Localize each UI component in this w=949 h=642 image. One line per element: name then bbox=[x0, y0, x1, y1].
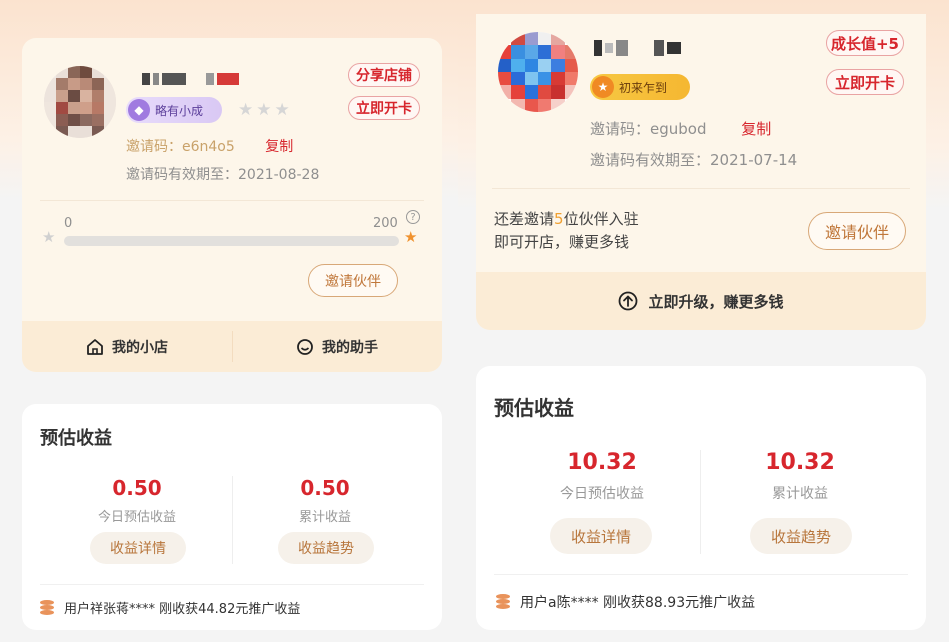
stats-divider bbox=[700, 450, 701, 554]
nav-divider bbox=[232, 331, 233, 362]
total-earnings-label: 累计收益 bbox=[298, 510, 351, 525]
profile-card: ◆ 略有小成 ★★★ 分享店铺 立即开卡 邀请码：e6n4o5 复制 邀请码有效… bbox=[22, 38, 442, 372]
avatar[interactable] bbox=[44, 66, 116, 138]
earnings-trend-button[interactable]: 收益趋势 bbox=[750, 518, 852, 554]
invite-code-label: 邀请码： bbox=[126, 139, 182, 155]
home-icon bbox=[87, 338, 103, 355]
star-end-icon: ★ bbox=[404, 228, 418, 246]
invite-hint-line2: 即可开店，赚更多钱 bbox=[494, 233, 630, 251]
copy-button[interactable]: 复制 bbox=[265, 139, 293, 155]
invite-code-value: e6n4o5 bbox=[182, 139, 235, 155]
level-badge-label: 略有小成 bbox=[155, 103, 204, 118]
total-earnings: 10.32 累计收益 bbox=[740, 450, 860, 503]
today-earnings-label: 今日预估收益 bbox=[97, 510, 176, 525]
invite-expiry-label: 邀请码有效期至： bbox=[590, 151, 711, 169]
invite-code-label: 邀请码： bbox=[590, 120, 651, 138]
invite-expiry-label: 邀请码有效期至： bbox=[126, 167, 238, 183]
invite-partner-button[interactable]: 邀请伙伴 bbox=[308, 264, 398, 297]
earnings-notice-text: 用户a陈**** 刚收获88.93元推广收益 bbox=[520, 595, 756, 611]
star-start-icon: ★ bbox=[42, 228, 56, 246]
total-earnings-value: 0.50 bbox=[300, 476, 350, 500]
level-badge-label: 初来乍到 bbox=[619, 80, 668, 95]
invite-code-value: egubod bbox=[650, 120, 707, 138]
earnings-detail-button[interactable]: 收益详情 bbox=[90, 532, 186, 564]
divider bbox=[40, 200, 424, 201]
invite-partner-button[interactable]: 邀请伙伴 bbox=[808, 212, 906, 250]
today-earnings-value: 10.32 bbox=[567, 450, 637, 475]
invite-expiry: 邀请码有效期至：2021-08-28 bbox=[126, 164, 319, 184]
open-card-button[interactable]: 立即开卡 bbox=[348, 96, 420, 120]
right-screen: ★ 初来乍到 成长值+5 立即开卡 邀请码：egubod 复制 邀请码有效期至：… bbox=[458, 0, 949, 642]
open-card-button[interactable]: 立即开卡 bbox=[826, 69, 904, 95]
profile-card: ★ 初来乍到 成长值+5 立即开卡 邀请码：egubod 复制 邀请码有效期至：… bbox=[476, 14, 926, 330]
progress-max-label: 200 bbox=[373, 216, 398, 231]
upgrade-bar[interactable]: 立即升级，赚更多钱 bbox=[476, 272, 926, 330]
earnings-notice: 用户祥张蒋**** 刚收获44.82元推广收益 bbox=[40, 598, 300, 617]
copy-button[interactable]: 复制 bbox=[741, 120, 771, 138]
level-badge: ★ 初来乍到 bbox=[590, 74, 690, 100]
earnings-card: 预估收益 0.50 今日预估收益 0.50 累计收益 收益详情 收益趋势 用户祥… bbox=[22, 404, 442, 630]
today-earnings: 0.50 今日预估收益 bbox=[82, 476, 192, 525]
earnings-card: 预估收益 10.32 今日预估收益 10.32 累计收益 收益详情 收益趋势 用… bbox=[476, 366, 926, 630]
arrow-up-circle-icon bbox=[619, 291, 638, 311]
invite-code-row: 邀请码：egubod 复制 bbox=[590, 118, 771, 139]
stats-divider bbox=[232, 476, 233, 564]
diamond-icon: ◆ bbox=[128, 99, 150, 121]
total-earnings-label: 累计收益 bbox=[772, 486, 828, 502]
earnings-notice: 用户a陈**** 刚收获88.93元推广收益 bbox=[496, 592, 755, 612]
divider bbox=[492, 188, 910, 189]
invite-hint-post: 位伙伴入驻 bbox=[563, 210, 639, 228]
invite-hint-count: 5 bbox=[554, 210, 564, 228]
chat-bubble-icon bbox=[297, 338, 313, 355]
today-earnings: 10.32 今日预估收益 bbox=[542, 450, 662, 503]
avatar[interactable] bbox=[498, 32, 578, 112]
nav-my-assistant-label: 我的助手 bbox=[322, 339, 378, 356]
growth-value-button[interactable]: 成长值+5 bbox=[826, 30, 904, 56]
total-earnings-value: 10.32 bbox=[765, 450, 835, 475]
nav-my-shop-label: 我的小店 bbox=[112, 339, 168, 356]
divider bbox=[40, 584, 424, 585]
invite-expiry: 邀请码有效期至：2021-07-14 bbox=[590, 149, 797, 170]
earnings-detail-button[interactable]: 收益详情 bbox=[550, 518, 652, 554]
level-badge: ◆ 略有小成 bbox=[126, 97, 222, 123]
total-earnings: 0.50 累计收益 bbox=[270, 476, 380, 525]
upgrade-label: 立即升级，赚更多钱 bbox=[648, 292, 784, 311]
progress-min-label: 0 bbox=[64, 216, 73, 231]
today-earnings-value: 0.50 bbox=[112, 476, 162, 500]
level-stars: ★★★ bbox=[238, 100, 293, 120]
divider bbox=[494, 574, 908, 575]
database-icon bbox=[40, 599, 54, 616]
invite-expiry-date: 2021-08-28 bbox=[238, 167, 320, 183]
invite-code-row: 邀请码：e6n4o5 复制 bbox=[126, 136, 293, 156]
invite-hint: 还差邀请5位伙伴入驻 即可开店，赚更多钱 bbox=[494, 208, 639, 254]
star-medal-icon: ★ bbox=[592, 76, 614, 98]
question-circle-icon[interactable]: ? bbox=[406, 210, 420, 224]
username-redacted bbox=[594, 40, 681, 56]
share-shop-button[interactable]: 分享店铺 bbox=[348, 63, 420, 87]
database-icon bbox=[496, 594, 510, 610]
earnings-title: 预估收益 bbox=[494, 396, 574, 420]
nav-my-shop[interactable]: 我的小店 bbox=[22, 321, 232, 372]
earnings-trend-button[interactable]: 收益趋势 bbox=[278, 532, 374, 564]
earnings-title: 预估收益 bbox=[40, 428, 112, 449]
invite-expiry-date: 2021-07-14 bbox=[710, 151, 798, 169]
today-earnings-label: 今日预估收益 bbox=[560, 486, 644, 502]
username-redacted bbox=[142, 73, 239, 85]
progress-bar bbox=[64, 236, 399, 246]
left-screen: ◆ 略有小成 ★★★ 分享店铺 立即开卡 邀请码：e6n4o5 复制 邀请码有效… bbox=[0, 0, 458, 642]
bottom-nav: 我的小店 我的助手 bbox=[22, 321, 442, 372]
nav-my-assistant[interactable]: 我的助手 bbox=[232, 321, 442, 372]
invite-hint-pre: 还差邀请 bbox=[494, 210, 555, 228]
earnings-notice-text: 用户祥张蒋**** 刚收获44.82元推广收益 bbox=[64, 602, 301, 617]
